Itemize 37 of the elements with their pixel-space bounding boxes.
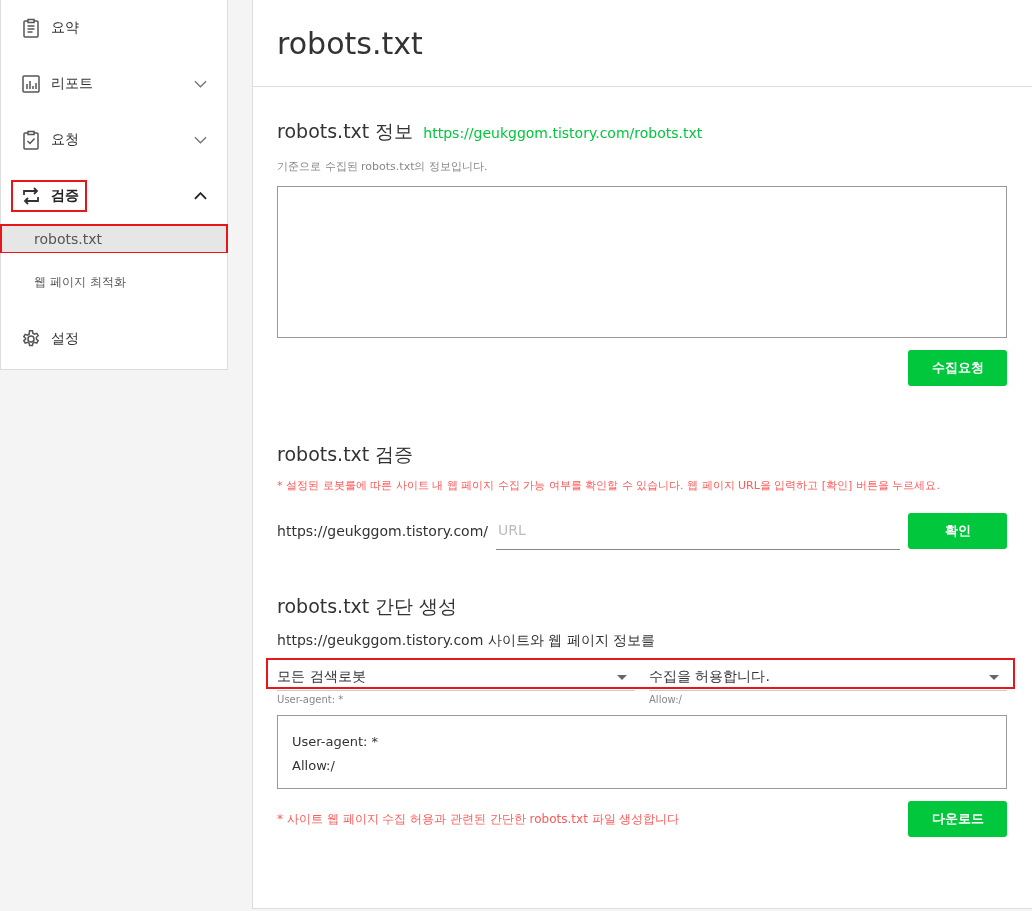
sidebar-item[interactable]: 리포트 [1,56,228,112]
url-prefix: https://geukggom.tistory.com/ [277,522,488,539]
output-line: User-agent: * [292,733,380,751]
output-line: Allow:/ [292,757,336,775]
sidebar-label: 요청 [51,131,79,149]
section-description: 기준으로 수집된 robots.txt의 정보입니다. [277,159,489,174]
verify-note: * 설정된 로봇룰에 따른 사이트 내 웹 페이지 수집 가능 여부를 확인할 수 있습니다. 웹 페이지 URL을 입력하고 [확인] 버튼을 누르세요. [277,478,941,493]
dropdown-caption: Allow:/ [649,694,682,705]
section-heading: robots.txt 간단 생성 [277,594,459,619]
sidebar-label: 검증 [51,187,79,205]
bar-chart-icon [21,74,41,94]
chevron-down-icon[interactable] [194,80,208,88]
dropdown-select[interactable]: 모든 검색로봇 [277,664,636,691]
sidebar-item[interactable]: 설정 [1,311,228,367]
dropdown-caret-icon [617,674,628,680]
sidebar-item[interactable]: 요청 [1,112,228,168]
page-title: robots.txt [277,25,423,61]
swap-arrows-icon [21,186,41,206]
clipboard-check-icon [21,130,41,150]
sidebar-label: 요약 [51,19,79,37]
sidebar-label: 설정 [51,330,79,348]
section-heading: robots.txt 정보 [277,119,414,144]
sidebar-label: 리포트 [51,75,93,93]
chevron-down-icon[interactable] [194,136,208,144]
dropdown-select[interactable]: 수집을 허용합니다. [649,664,1007,691]
sidebar-subitem[interactable]: robots.txt [0,224,229,253]
dropdown-caption: User-agent: * [277,694,344,705]
settings-icon [21,329,41,349]
sidebar-subitem[interactable]: 웹 페이지 최적화 [0,257,229,307]
section-heading: robots.txt 검증 [277,442,415,467]
chevron-up-icon[interactable] [194,192,208,200]
sidebar-item[interactable]: 요약 [1,0,228,56]
generator-intro: https://geukggom.tistory.com 사이트와 웹 페이지 정보를 [277,632,657,650]
sidebar-item[interactable]: 검증 [1,168,228,224]
dropdown-caret-icon [989,674,999,680]
clipboard-list-icon [21,18,41,38]
generator-note: * 사이트 웹 페이지 수집 허용과 관련된 간단한 robots.txt 파일 생성합니다 [277,810,680,828]
